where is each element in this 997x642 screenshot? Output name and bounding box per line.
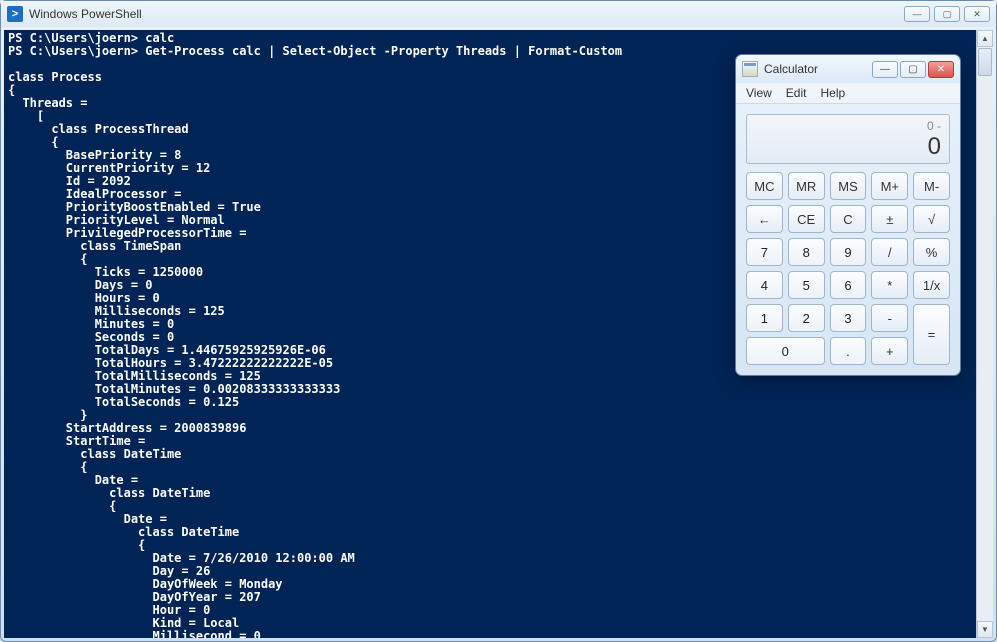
calculator-title: Calculator xyxy=(764,62,872,76)
btn-8[interactable]: 8 xyxy=(788,238,825,266)
calc-minimize-button[interactable]: — xyxy=(872,61,898,78)
calc-close-button[interactable]: ✕ xyxy=(928,61,954,78)
powershell-titlebar[interactable]: > Windows PowerShell — ▢ ✕ xyxy=(1,1,996,27)
btn-5[interactable]: 5 xyxy=(788,271,825,299)
btn-7[interactable]: 7 xyxy=(746,238,783,266)
btn-c[interactable]: C xyxy=(830,205,867,233)
btn-mplus[interactable]: M+ xyxy=(871,172,908,200)
btn-reciprocal[interactable]: 1/x xyxy=(913,271,950,299)
minimize-button[interactable]: — xyxy=(904,6,930,22)
btn-subtract[interactable]: - xyxy=(871,304,908,332)
calculator-titlebar[interactable]: Calculator — ▢ ✕ xyxy=(736,55,960,83)
btn-backspace[interactable]: ← xyxy=(746,205,783,233)
calculator-display: 0 - 0 xyxy=(746,114,950,164)
btn-equals[interactable]: = xyxy=(913,304,950,365)
btn-mc[interactable]: MC xyxy=(746,172,783,200)
menu-edit[interactable]: Edit xyxy=(786,86,807,100)
scroll-up-button[interactable]: ▲ xyxy=(977,30,993,47)
btn-percent[interactable]: % xyxy=(913,238,950,266)
calculator-window: Calculator — ▢ ✕ View Edit Help 0 - 0 MC… xyxy=(735,54,961,376)
btn-1[interactable]: 1 xyxy=(746,304,783,332)
powershell-icon: > xyxy=(7,6,23,22)
btn-mr[interactable]: MR xyxy=(788,172,825,200)
scrollbar-vertical[interactable]: ▲ ▼ xyxy=(976,30,993,638)
btn-ms[interactable]: MS xyxy=(830,172,867,200)
menu-view[interactable]: View xyxy=(746,86,772,100)
scroll-thumb[interactable] xyxy=(978,48,992,76)
btn-4[interactable]: 4 xyxy=(746,271,783,299)
btn-sqrt[interactable]: √ xyxy=(913,205,950,233)
calculator-icon xyxy=(742,61,758,77)
close-button[interactable]: ✕ xyxy=(964,6,990,22)
btn-ce[interactable]: CE xyxy=(788,205,825,233)
btn-divide[interactable]: / xyxy=(871,238,908,266)
btn-multiply[interactable]: * xyxy=(871,271,908,299)
maximize-button[interactable]: ▢ xyxy=(934,6,960,22)
calculator-display-main: 0 xyxy=(755,133,941,161)
scroll-down-button[interactable]: ▼ xyxy=(977,621,993,638)
btn-6[interactable]: 6 xyxy=(830,271,867,299)
calculator-menubar: View Edit Help xyxy=(736,83,960,104)
powershell-title: Windows PowerShell xyxy=(29,7,904,21)
btn-3[interactable]: 3 xyxy=(830,304,867,332)
calc-maximize-button[interactable]: ▢ xyxy=(900,61,926,78)
calculator-keypad: MC MR MS M+ M- ← CE C ± √ 7 8 9 / % 4 5 … xyxy=(746,172,950,365)
menu-help[interactable]: Help xyxy=(820,86,845,100)
btn-2[interactable]: 2 xyxy=(788,304,825,332)
btn-add[interactable]: + xyxy=(871,337,908,365)
calculator-display-aux: 0 - xyxy=(755,119,941,133)
btn-decimal[interactable]: . xyxy=(830,337,867,365)
btn-9[interactable]: 9 xyxy=(830,238,867,266)
btn-mminus[interactable]: M- xyxy=(913,172,950,200)
btn-plusminus[interactable]: ± xyxy=(871,205,908,233)
btn-0[interactable]: 0 xyxy=(746,337,825,365)
